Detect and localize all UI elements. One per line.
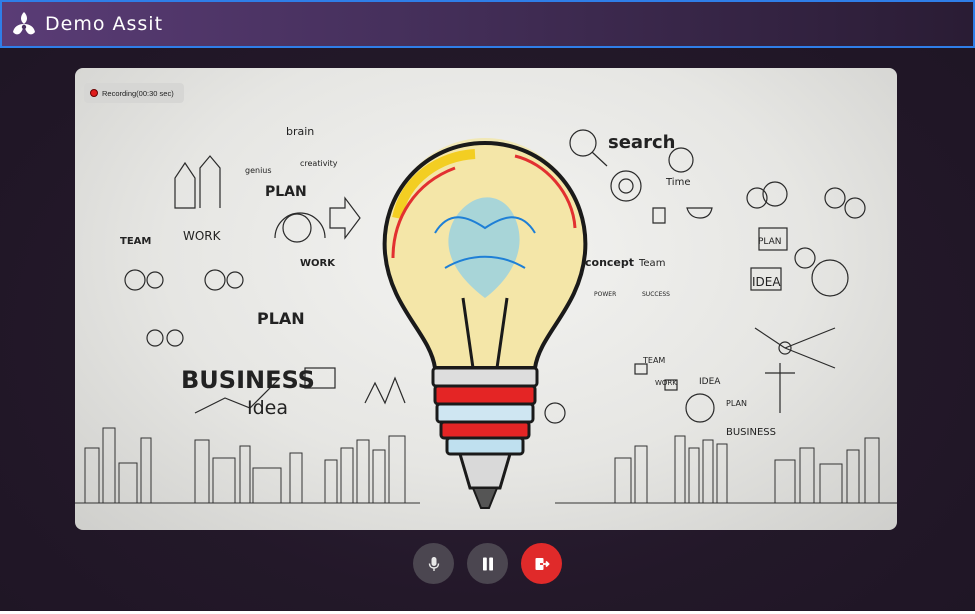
microphone-icon (428, 556, 439, 571)
video-feed: brain genius creativity PLAN TEAM WORK W… (75, 68, 897, 530)
sketch-word-team-3: TEAM (642, 356, 665, 365)
sketch-word-success: SUCCESS (642, 291, 670, 298)
tri-petal-logo-icon (13, 12, 35, 35)
sketch-word-business-2: BUSINESS (726, 427, 776, 438)
sketch-word-concept: concept (585, 256, 634, 269)
sketch-word-business: BUSINESS (181, 366, 315, 394)
call-controls (0, 543, 975, 585)
sketch-word-work-2: WORK (300, 258, 336, 269)
sketch-word-idea-3: IDEA (699, 377, 721, 387)
sketch-word-team-2: Team (638, 258, 665, 269)
sketch-word-time: Time (665, 177, 690, 188)
sketch-word-creativity: creativity (300, 159, 338, 168)
sketch-word-idea-2: IDEA (752, 275, 781, 289)
sketch-word-brain: brain (286, 125, 314, 138)
sketch-word-work: WORK (183, 229, 222, 243)
recording-dot-icon (90, 89, 98, 97)
sketch-word-power: POWER (594, 291, 616, 298)
app-title: Demo Assit (45, 13, 164, 35)
pause-button[interactable] (467, 543, 508, 584)
app-window: Demo Assit brain genius creativity PLAN … (0, 0, 975, 614)
business-idea-sketch-image: brain genius creativity PLAN TEAM WORK W… (75, 125, 897, 509)
sketch-word-team: TEAM (120, 236, 151, 247)
sketch-word-plan-2: PLAN (257, 309, 305, 328)
sketch-word-idea: Idea (247, 397, 288, 419)
end-session-button[interactable] (521, 543, 562, 584)
exit-icon (535, 557, 550, 570)
pause-icon (482, 557, 493, 570)
sketch-word-plan-3: PLAN (758, 237, 782, 247)
top-bar: Demo Assit (0, 0, 975, 48)
recording-badge: Recording(00:30 sec) (84, 83, 184, 103)
light-bulb-illustration (382, 138, 588, 509)
sketch-word-search: search (608, 132, 675, 153)
recording-label: Recording(00:30 sec) (102, 88, 174, 98)
sketch-word-plan: PLAN (265, 184, 307, 200)
sketch-word-plan-4: PLAN (726, 399, 747, 408)
sketch-word-genius: genius (245, 166, 272, 175)
mic-button[interactable] (413, 543, 454, 584)
sketch-word-work-3: WORK (655, 379, 677, 387)
